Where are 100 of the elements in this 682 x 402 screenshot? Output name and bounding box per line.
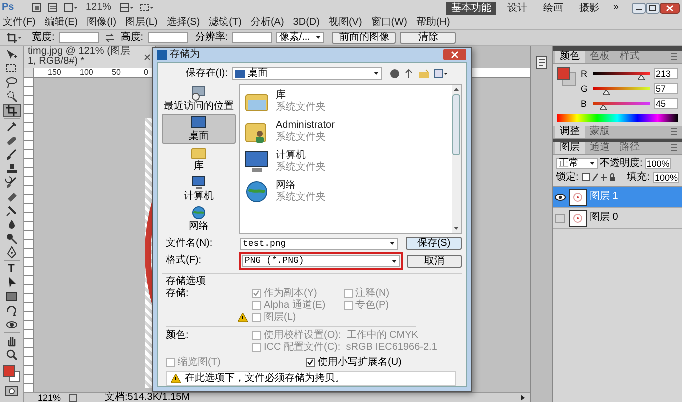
close-icon[interactable]	[144, 54, 151, 60]
arrange-icon[interactable]	[120, 3, 134, 13]
quick-mask-icon[interactable]	[4, 386, 18, 397]
menu-item[interactable]: 图像(I)	[87, 16, 117, 28]
panel-tab[interactable]: 调整	[555, 126, 585, 138]
clock-computer-icon	[190, 85, 208, 101]
close-icon[interactable]	[443, 49, 467, 61]
input-field[interactable]	[232, 32, 272, 43]
history-icon[interactable]	[536, 56, 548, 70]
toolbar-button[interactable]: 清除	[400, 32, 456, 44]
unit-dropdown[interactable]: 像素/...	[276, 32, 324, 43]
file-name-field[interactable]: test.png	[240, 238, 398, 250]
file-item[interactable]: 计算机 系统文件夹	[244, 147, 452, 177]
color-swatch-icon[interactable]	[557, 67, 577, 87]
desktop-icon	[190, 115, 208, 131]
place-item[interactable]: 计算机	[162, 174, 236, 204]
blend-mode-dropdown[interactable]: 正常	[556, 158, 598, 169]
up-folder-icon[interactable]	[404, 68, 414, 78]
checkbox-label: 使用校样设置(O): 工作中的 CMYK	[264, 330, 418, 342]
maximize-icon[interactable]	[646, 2, 660, 14]
place-item[interactable]: 网络	[162, 204, 236, 234]
menu-item[interactable]: 编辑(E)	[44, 16, 78, 28]
dialog-button[interactable]: 取消	[406, 254, 462, 268]
dialog-button[interactable]: 保存(S)	[406, 237, 462, 250]
format-dropdown[interactable]: PNG (*.PNG)	[242, 255, 400, 267]
value-field[interactable]: 213	[654, 68, 678, 79]
channel-label: G	[581, 82, 589, 94]
workspace-tab[interactable]: 设计	[502, 2, 532, 14]
workspace-tab[interactable]: 摄影	[574, 2, 604, 14]
more-workspaces-button[interactable]: »	[610, 2, 622, 14]
workspace-tab[interactable]: 绘画	[538, 2, 568, 14]
checkbox-label: 作为副本(Y)	[264, 288, 318, 298]
menu-item[interactable]: 选择(S)	[166, 16, 200, 28]
folder-dropdown[interactable]: 桌面	[232, 67, 382, 80]
app-icon	[157, 50, 167, 60]
place-item[interactable]: 桌面	[162, 114, 236, 144]
panel-menu-icon[interactable]	[670, 144, 680, 152]
menu-item[interactable]: 分析(A)	[250, 16, 284, 28]
panel-tab[interactable]: 色板	[585, 51, 615, 63]
ruler-label: 100	[80, 68, 94, 77]
input-field[interactable]	[148, 32, 188, 43]
eyedropper-icon	[4, 120, 18, 133]
file-name: Administrator	[276, 120, 335, 132]
channel-label: B	[581, 98, 588, 110]
layer-row[interactable]: 图层 0	[553, 208, 682, 229]
menu-item[interactable]: 3D(D)	[293, 16, 320, 28]
file-item[interactable]: 网络 系统文件夹	[244, 177, 452, 207]
eye-icon[interactable]	[555, 192, 566, 202]
fill-field[interactable]: 100%	[653, 172, 679, 183]
value-field[interactable]: 45	[654, 98, 678, 109]
menu-item[interactable]: 窗口(W)	[371, 16, 408, 28]
close-icon[interactable]	[660, 2, 680, 14]
place-item[interactable]: 最近访问的位置	[162, 84, 236, 114]
panel-tab[interactable]: 图层	[555, 142, 585, 154]
file-item[interactable]: 库 系统文件夹	[244, 87, 452, 117]
tab-title: timg.jpg @ 121% (图层 1, RGB/8#) *	[28, 47, 132, 67]
field-label: 不透明度:	[600, 158, 643, 170]
field-label: 宽度:	[32, 32, 55, 44]
panel-menu-icon[interactable]	[670, 53, 680, 61]
tool-button[interactable]	[2, 104, 20, 117]
bridge-icon[interactable]	[32, 3, 42, 13]
field-label: 颜色:	[166, 330, 190, 343]
place-item[interactable]: 库	[162, 144, 236, 174]
panel-tab[interactable]: 蒙版	[585, 126, 615, 138]
swap-icon[interactable]	[104, 32, 115, 42]
menu-item[interactable]: 帮助(H)	[416, 16, 450, 28]
input-field[interactable]	[58, 32, 99, 43]
zoom-level[interactable]: 121%	[84, 2, 114, 14]
globe-icon[interactable]	[390, 68, 400, 78]
view-extras-icon[interactable]	[64, 3, 78, 13]
toolbar-button[interactable]: 前面的图像	[332, 32, 396, 44]
checkbox-label: 图层(L)	[264, 312, 296, 324]
tool-button[interactable]: T	[2, 262, 20, 275]
value-field[interactable]: 57	[654, 83, 678, 94]
view-menu-icon[interactable]	[434, 68, 448, 78]
color-swatches-icon[interactable]	[2, 365, 20, 383]
screen-mode-icon[interactable]	[140, 3, 154, 13]
document-tab[interactable]: timg.jpg @ 121% (图层 1, RGB/8#) *	[24, 46, 156, 68]
panel-tab[interactable]: 路径	[615, 142, 645, 154]
menu-item[interactable]: 滤镜(T)	[209, 16, 242, 28]
panel-tab[interactable]: 通道	[585, 142, 615, 154]
panel-menu-icon[interactable]	[670, 128, 680, 136]
minimize-icon[interactable]	[632, 2, 646, 14]
arrow-icon[interactable]	[520, 394, 526, 400]
file-item[interactable]: Administrator 系统文件夹	[244, 117, 452, 147]
stamp-icon	[4, 162, 18, 175]
app-logo: Ps	[2, 2, 16, 14]
panel-tab[interactable]: 颜色	[555, 51, 585, 63]
color-spectrum[interactable]	[557, 114, 678, 122]
menu-item[interactable]: 视图(V)	[328, 16, 362, 28]
crop-icon[interactable]	[6, 32, 22, 44]
warning-message: 在此选项下，文件必须存储为拷贝。	[185, 372, 345, 384]
panel-tab[interactable]: 样式	[615, 51, 645, 63]
menu-item[interactable]: 图层(L)	[126, 16, 158, 28]
lock-options-icon[interactable]	[582, 173, 616, 182]
menu-item[interactable]: 文件(F)	[3, 16, 36, 28]
workspace-tab[interactable]: 基本功能	[446, 2, 496, 14]
checkbox-label: 专色(P)	[356, 300, 390, 312]
mini-bridge-icon[interactable]	[48, 3, 58, 13]
opacity-field[interactable]: 100%	[644, 158, 671, 169]
